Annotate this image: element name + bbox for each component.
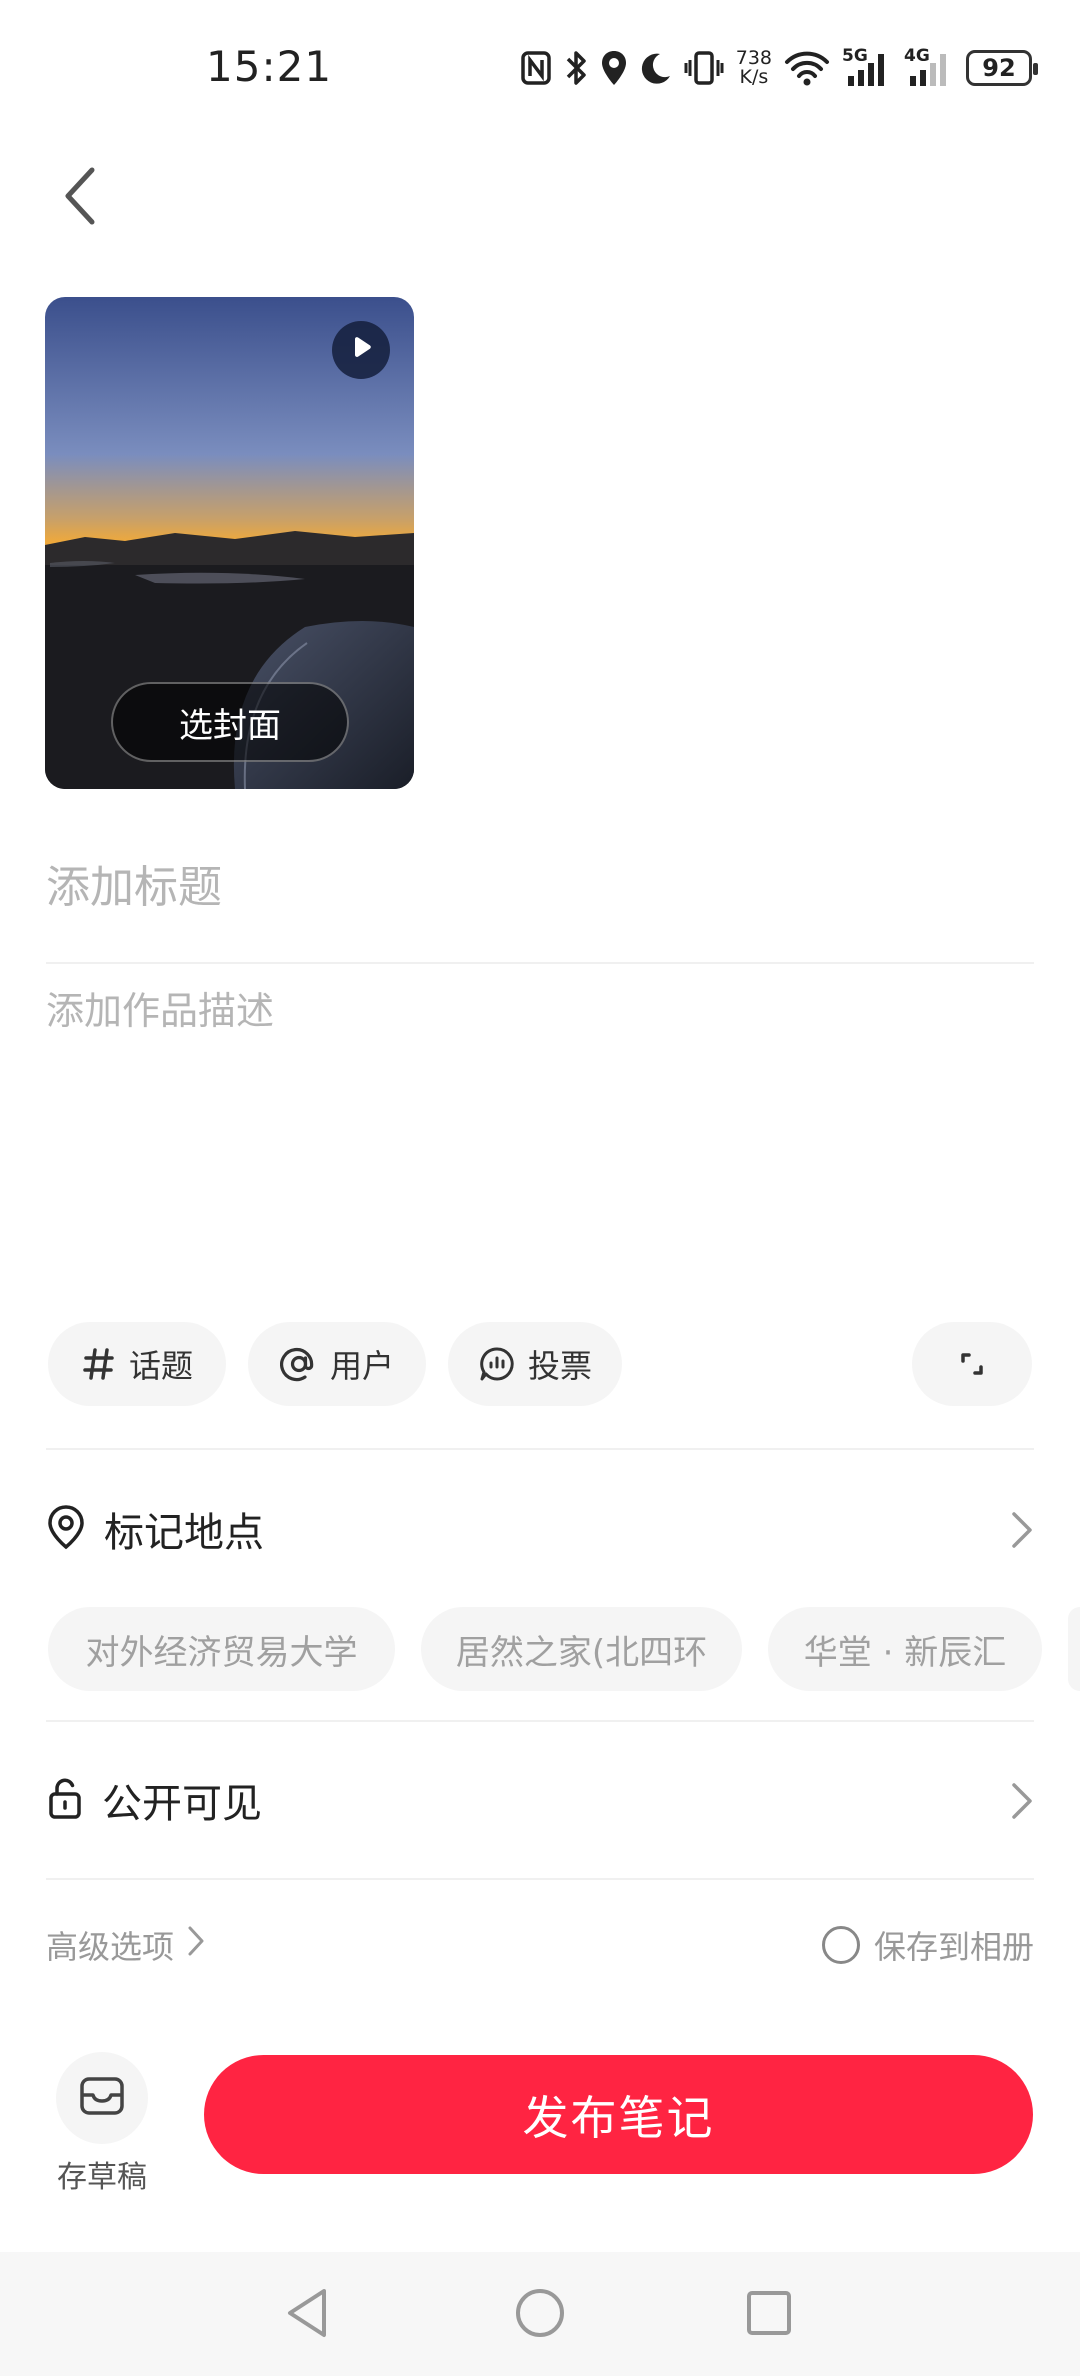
mark-location-label: 标记地点 [104, 1510, 264, 1556]
mention-user-button[interactable]: 用户 [248, 1322, 426, 1406]
status-bar: 15:21 738 K/s 5G 4G 92 [0, 0, 1080, 140]
location-suggestion-partial[interactable] [1068, 1607, 1080, 1691]
signal-4g-icon: 4G [904, 46, 954, 88]
at-icon [280, 1345, 318, 1383]
advanced-options-label: 高级选项 [46, 1928, 175, 1966]
play-button[interactable] [332, 321, 390, 379]
location-suggestion[interactable]: 华堂 · 新辰汇 [768, 1607, 1042, 1691]
bluetooth-icon [564, 49, 588, 87]
status-time: 15:21 [206, 42, 333, 91]
chevron-right-icon [1010, 1782, 1034, 1824]
user-label: 用户 [329, 1347, 394, 1385]
nav-recents-button[interactable] [734, 2280, 804, 2350]
advanced-options-link[interactable]: 高级选项 [46, 1920, 206, 1970]
unlock-icon [46, 1776, 84, 1824]
description-input[interactable] [46, 980, 1034, 1280]
nav-back-button[interactable] [272, 2280, 342, 2350]
visibility-divider [46, 1878, 1034, 1880]
system-navigation-bar [0, 2252, 1080, 2376]
chevron-right-icon [186, 1925, 206, 1965]
mark-location-row[interactable]: 标记地点 [46, 1484, 1034, 1574]
visibility-label: 公开可见 [102, 1781, 262, 1827]
battery-indicator: 92 [966, 50, 1038, 86]
hash-icon [81, 1346, 117, 1382]
square-recents-icon [744, 2288, 794, 2342]
video-cover-thumbnail[interactable]: 选封面 [45, 297, 414, 789]
circle-home-icon [513, 2286, 567, 2344]
vote-label: 投票 [527, 1347, 592, 1385]
vibrate-icon [684, 50, 724, 86]
vote-icon [478, 1345, 516, 1383]
location-suggestion[interactable]: 居然之家(北四环 [421, 1607, 742, 1691]
inbox-icon [78, 2075, 126, 2121]
location-pin-icon [46, 1504, 86, 1554]
topic-button[interactable]: 话题 [48, 1322, 226, 1406]
expand-editor-button[interactable] [912, 1322, 1032, 1406]
save-to-album-toggle[interactable]: 保存到相册 [821, 1920, 1034, 1970]
publish-note-button[interactable]: 发布笔记 [204, 2055, 1033, 2174]
location-suggestion[interactable]: 对外经济贸易大学 [48, 1607, 395, 1691]
nfc-icon [520, 50, 552, 86]
triangle-back-icon [282, 2286, 332, 2344]
moon-icon [640, 51, 672, 85]
title-input[interactable] [46, 850, 1034, 924]
location-divider [46, 1720, 1034, 1722]
save-to-album-radio[interactable] [821, 1926, 860, 1964]
wifi-icon [784, 50, 830, 86]
chevron-left-icon [60, 164, 100, 232]
chevron-right-icon [1010, 1511, 1034, 1553]
save-draft-label: 存草稿 [57, 2160, 147, 2195]
tools-divider [46, 1448, 1034, 1450]
play-icon [348, 335, 374, 365]
network-speed: 738 K/s [735, 47, 772, 88]
save-to-album-label: 保存到相册 [873, 1928, 1034, 1966]
back-button[interactable] [50, 160, 110, 236]
visibility-row[interactable]: 公开可见 [46, 1755, 1034, 1845]
save-draft-button[interactable]: 存草稿 [56, 2052, 148, 2196]
select-cover-button[interactable]: 选封面 [111, 682, 349, 762]
nav-home-button[interactable] [505, 2280, 575, 2350]
topic-label: 话题 [128, 1347, 193, 1385]
signal-5g-icon: 5G [842, 46, 892, 88]
location-icon [600, 49, 628, 87]
title-divider [46, 962, 1034, 964]
expand-icon [957, 1349, 987, 1379]
vote-button[interactable]: 投票 [448, 1322, 622, 1406]
status-icons: 738 K/s 5G 4G 92 [520, 44, 1038, 92]
